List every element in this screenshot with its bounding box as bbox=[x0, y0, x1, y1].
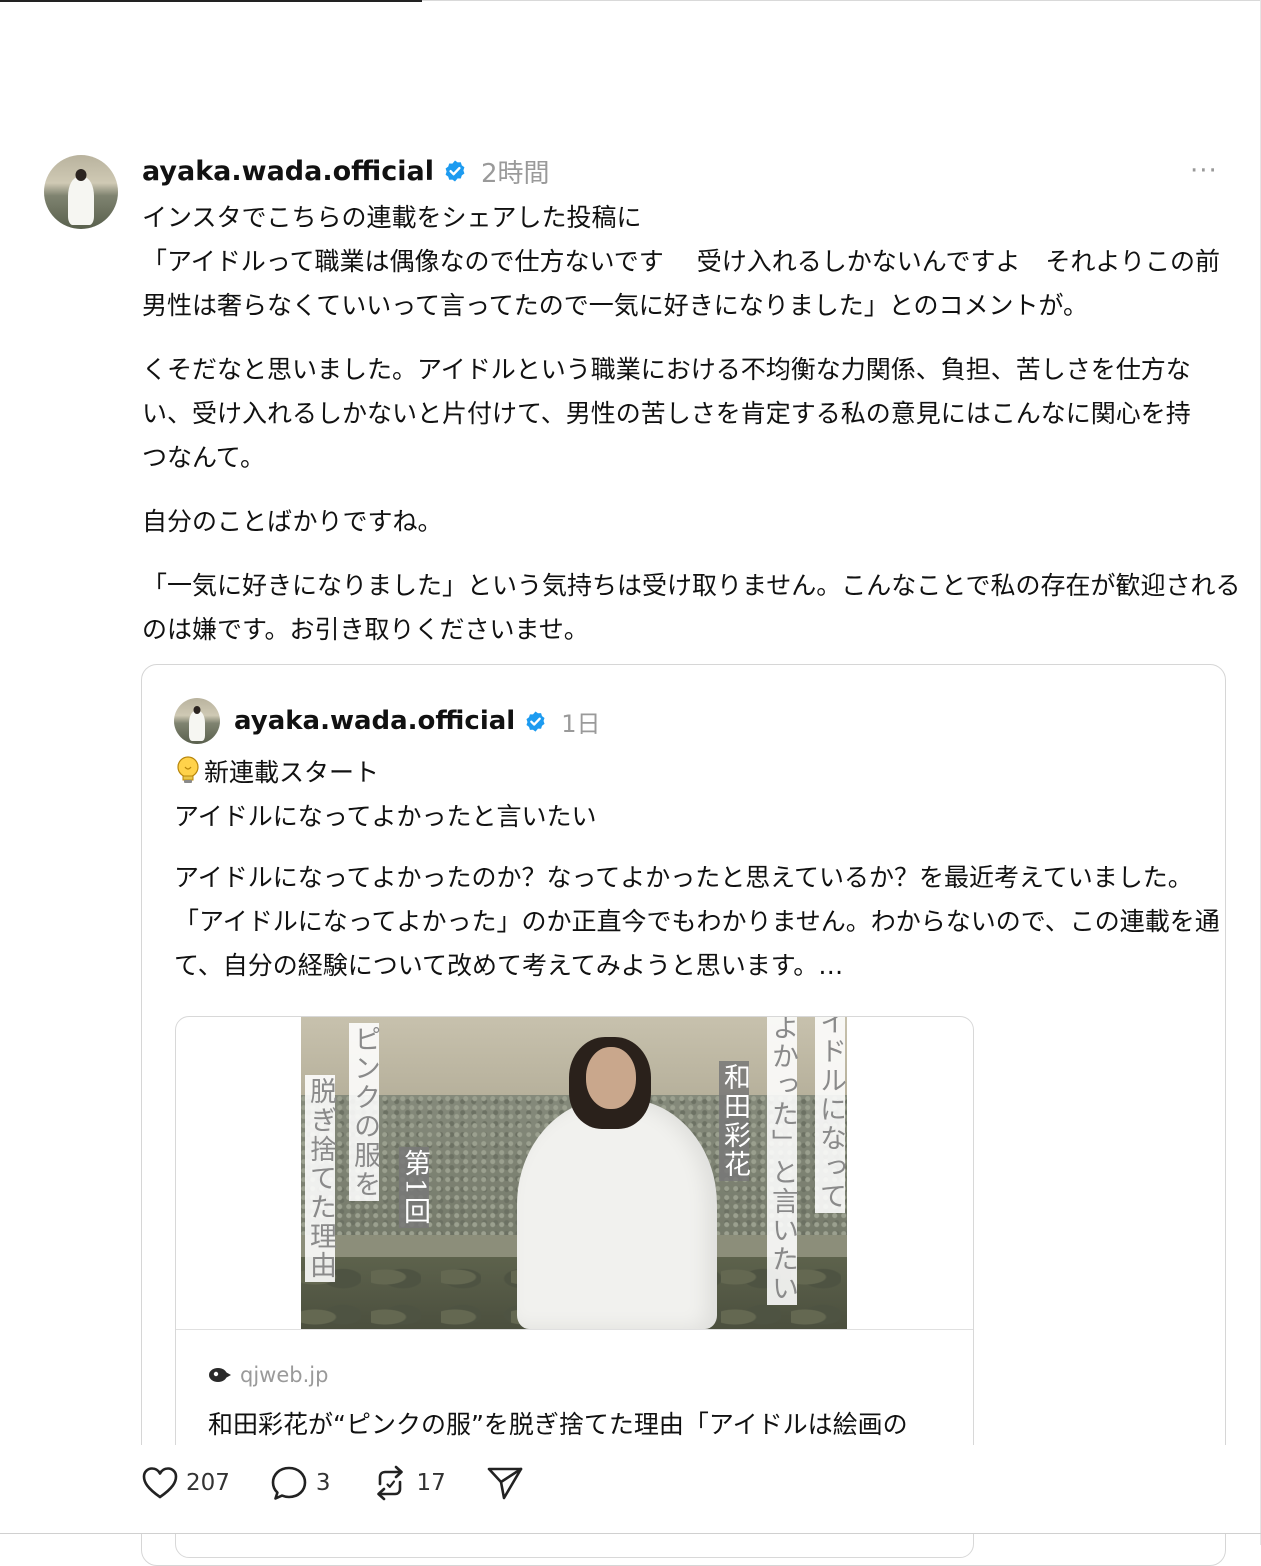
text-line: 新連載スタート bbox=[174, 751, 1214, 795]
post-paragraph: くそだなと思いました。アイドルという職業における不均衡な力関係、負担、苦しさを仕… bbox=[142, 348, 1232, 480]
post-paragraph: インスタでこちらの連載をシェアした投稿に 「アイドルって職業は偶像なので仕方ない… bbox=[142, 196, 1232, 328]
repost-icon bbox=[376, 1465, 403, 1501]
text-line: 「一気に好きになりました」という気持ちは受け取りません。こんなことで私の存在が歓… bbox=[142, 571, 1241, 600]
heart-icon bbox=[142, 1467, 178, 1499]
link-domain[interactable]: qjweb.jp bbox=[208, 1363, 328, 1387]
text-line: アイドルになってよかったと言いたい bbox=[174, 802, 597, 831]
image-series-line1: アイドルになって bbox=[815, 1017, 846, 1213]
post-header: ayaka.wada.official 2時間 bbox=[142, 151, 550, 191]
link-card-divider bbox=[176, 1329, 973, 1330]
avatar-figure bbox=[189, 711, 205, 741]
text-line: て、自分の経験について改めて考えてみようと思います。… bbox=[174, 951, 844, 980]
verified-badge-icon bbox=[526, 710, 545, 732]
link-title[interactable]: 和田彩花が“ピンクの服”を脱ぎ捨てた理由「アイドルは絵画の bbox=[208, 1405, 908, 1445]
text-line: インスタでこちらの連載をシェアした投稿に bbox=[142, 203, 642, 232]
link-domain-text: qjweb.jp bbox=[240, 1363, 329, 1387]
repost-button[interactable]: 17 bbox=[371, 1464, 446, 1502]
quoted-username[interactable]: ayaka.wada.official bbox=[234, 706, 515, 736]
quoted-paragraph: アイドルになってよかったのか？なってよかったと思えているか？を最近考えていました… bbox=[174, 856, 1226, 988]
like-count: 207 bbox=[186, 1470, 230, 1496]
text-line: くそだなと思いました。アイドルという職業における不均衡な力関係、負担、苦しさを仕… bbox=[142, 355, 1191, 384]
verified-badge-icon bbox=[445, 160, 465, 182]
image-author-label: 和田彩花 bbox=[719, 1061, 750, 1181]
comment-icon bbox=[271, 1466, 307, 1500]
post-paragraph: 自分のことばかりですね。 bbox=[142, 500, 1232, 544]
post-timestamp: 2時間 bbox=[481, 158, 550, 189]
repost-count: 17 bbox=[416, 1470, 446, 1496]
image-subtitle-line2: 脱ぎ捨てた理由 bbox=[305, 1075, 336, 1282]
lightbulb-icon bbox=[177, 756, 199, 783]
text-line: 「アイドルになってよかった」のか正直今でもわかりません。わからないので、この連載… bbox=[174, 907, 1226, 936]
image-person-face bbox=[586, 1047, 636, 1109]
text-line: い、受け入れるしかないと片付けて、男性の苦しさを肯定する私の意見にはこんなに関心… bbox=[142, 399, 1191, 428]
site-logo-icon bbox=[209, 1368, 231, 1382]
quoted-timestamp: 1日 bbox=[561, 709, 601, 738]
post-actions: 207 3 17 bbox=[142, 1462, 564, 1504]
more-icon[interactable]: ··· bbox=[1190, 158, 1222, 184]
text-line: 自分のことばかりですね。 bbox=[142, 507, 443, 536]
post-body: インスタでこちらの連載をシェアした投稿に 「アイドルって職業は偶像なので仕方ない… bbox=[142, 196, 1241, 672]
quoted-post-card[interactable]: ayaka.wada.official 1日 新連載スタート アイドルになってよ… bbox=[141, 664, 1226, 1566]
quoted-paragraph: 新連載スタート アイドルになってよかったと言いたい bbox=[174, 751, 1214, 839]
share-button[interactable] bbox=[486, 1465, 524, 1501]
avatar-head bbox=[75, 169, 87, 181]
top-tab-indicator bbox=[0, 0, 422, 2]
text-line: のは嫌です。お引き取りくださいませ。 bbox=[142, 615, 589, 644]
text-line: 男性は奢らなくていいって言ってたので一気に好きになりました」とのコメントが。 bbox=[142, 291, 1089, 320]
avatar[interactable] bbox=[44, 155, 118, 229]
link-preview-image[interactable]: 脱ぎ捨てた理由 ピンクの服を 第1回 和田彩花 よかった」と言いたい アイドルに… bbox=[301, 1017, 847, 1329]
text-line: つなんて。 bbox=[142, 443, 266, 472]
top-divider bbox=[422, 0, 1261, 1]
quoted-post-body: 新連載スタート アイドルになってよかったと言いたい アイドルになってよかったのか… bbox=[174, 751, 1226, 1005]
share-icon bbox=[487, 1467, 523, 1500]
image-episode-label: 第1回 bbox=[399, 1147, 430, 1229]
avatar-figure bbox=[68, 177, 94, 225]
text-line: アイドルになってよかったのか？なってよかったと思えているか？を最近考えていました… bbox=[174, 863, 1193, 892]
quoted-avatar[interactable] bbox=[174, 698, 220, 744]
image-subtitle-line1: ピンクの服を bbox=[349, 1023, 380, 1201]
reply-button[interactable]: 3 bbox=[270, 1465, 331, 1501]
username[interactable]: ayaka.wada.official bbox=[142, 156, 434, 187]
quoted-line-text: 新連載スタート bbox=[204, 758, 380, 787]
text-line: 「アイドルって職業は偶像なので仕方ないです 受け入れるしかないんですよ それより… bbox=[142, 247, 1220, 276]
post-paragraph: 「一気に好きになりました」という気持ちは受け取りません。こんなことで私の存在が歓… bbox=[142, 564, 1241, 652]
reply-count: 3 bbox=[315, 1470, 331, 1496]
image-series-line2: よかった」と言いたい bbox=[767, 1017, 798, 1305]
image-person-dress bbox=[517, 1099, 717, 1329]
quoted-post-header: ayaka.wada.official 1日 bbox=[234, 701, 600, 741]
bottom-divider bbox=[0, 1533, 1261, 1534]
avatar-head bbox=[193, 706, 201, 714]
like-button[interactable]: 207 bbox=[142, 1466, 230, 1500]
